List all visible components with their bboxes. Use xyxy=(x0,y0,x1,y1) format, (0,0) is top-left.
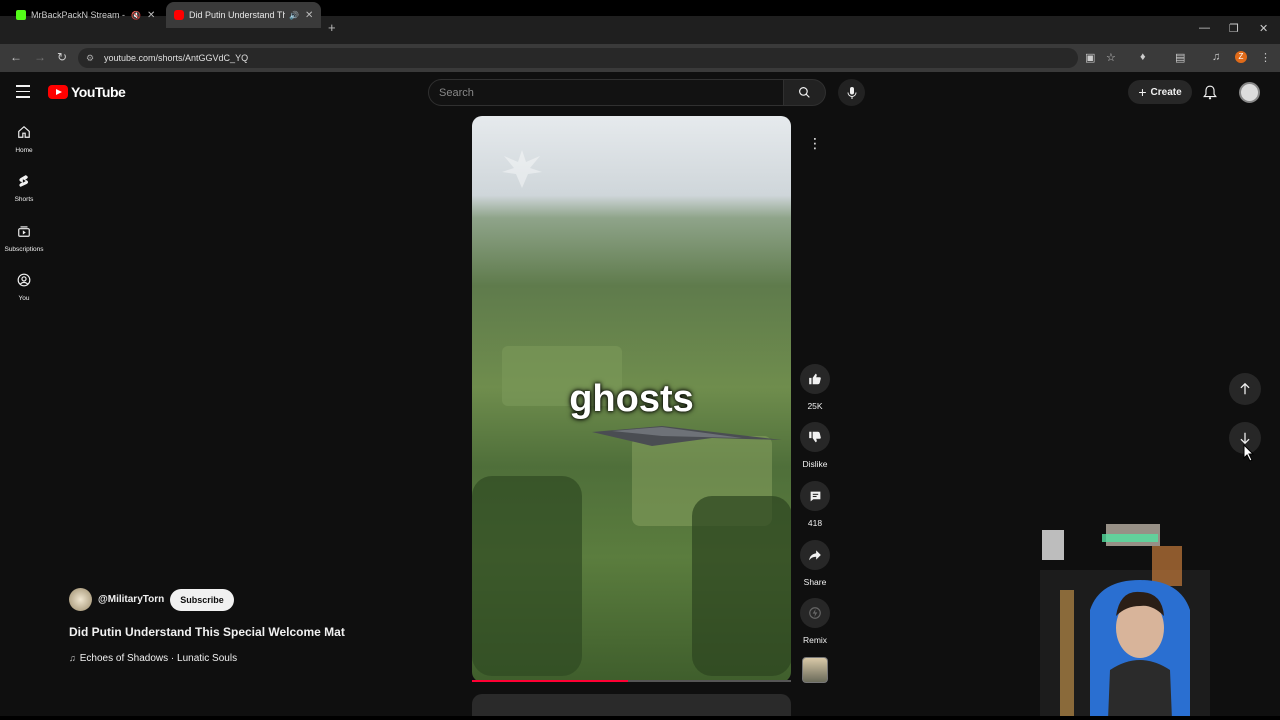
dislike-circle[interactable] xyxy=(800,422,830,452)
search-bar: Search xyxy=(428,79,826,106)
sidebar-item-label: Shorts xyxy=(14,196,34,203)
sidebar-item-shorts[interactable]: Shorts xyxy=(0,174,48,203)
youtube-favicon-icon xyxy=(174,10,184,20)
dislike-button[interactable]: Dislike xyxy=(797,422,833,469)
tab-title: Did Putin Understand This xyxy=(189,10,285,20)
menu-hamburger-icon[interactable] xyxy=(16,85,30,102)
remix-circle[interactable] xyxy=(800,598,830,628)
like-button[interactable]: 25K xyxy=(797,364,833,411)
like-circle[interactable] xyxy=(800,364,830,394)
plus-icon: + xyxy=(1138,84,1147,100)
share-label: Share xyxy=(803,577,827,587)
shorts-icon xyxy=(19,175,29,187)
youtube-wordmark: YouTube xyxy=(71,84,126,100)
comments-circle[interactable] xyxy=(800,481,830,511)
channel-name[interactable]: @MilitaryTorn xyxy=(98,594,164,605)
video-tree-patch xyxy=(692,496,791,676)
video-progress-fill xyxy=(472,680,629,682)
browser-menu-icon[interactable]: ⋮ xyxy=(1260,51,1271,64)
microphone-icon xyxy=(847,86,856,99)
music-link[interactable]: ♫ Echoes of Shadows · Lunatic Souls xyxy=(69,653,237,664)
extensions-icon[interactable]: ♦ xyxy=(1140,51,1146,63)
close-window-icon[interactable]: ✕ xyxy=(1259,22,1268,35)
browser-tab-stream[interactable]: MrBackPackN Stream - Wat 🔇 ✕ xyxy=(8,2,163,28)
dislike-label: Dislike xyxy=(802,459,828,469)
remix-icon xyxy=(809,607,821,619)
speaker-icon[interactable]: 🔊 xyxy=(289,11,299,20)
back-icon[interactable]: ← xyxy=(10,50,22,64)
sound-thumbnail[interactable] xyxy=(802,657,828,683)
video-caption: ghosts xyxy=(569,378,694,420)
sidebar-item-you[interactable]: You xyxy=(0,273,48,302)
close-tab-icon[interactable]: ✕ xyxy=(305,10,313,21)
youtube-play-logo-icon xyxy=(48,85,68,99)
muted-icon[interactable]: 🔇 xyxy=(131,11,141,20)
bottom-strip xyxy=(0,716,1280,720)
channel-avatar[interactable] xyxy=(69,588,92,611)
short-title[interactable]: Did Putin Understand This Special Welcom… xyxy=(69,625,345,639)
minimize-icon[interactable]: — xyxy=(1199,22,1210,34)
new-tab-icon[interactable]: + xyxy=(328,20,336,35)
url-text: youtube.com/shorts/AntGGVdC_YQ xyxy=(104,53,249,63)
remix-label: Remix xyxy=(802,635,828,645)
share-arrow-icon xyxy=(809,550,821,561)
browser-tab-youtube[interactable]: Did Putin Understand This 🔊 ✕ xyxy=(166,2,322,28)
comments-button[interactable]: 418 xyxy=(797,481,833,528)
remix-button[interactable]: Remix xyxy=(797,598,833,645)
sidebar-item-label: You xyxy=(18,295,30,302)
streamer-figure-icon xyxy=(1042,524,1190,720)
tab-title: MrBackPackN Stream - Wat xyxy=(31,10,127,20)
arrow-up-icon xyxy=(1240,382,1250,395)
subscribe-button[interactable]: Subscribe xyxy=(170,588,234,611)
notifications-bell-icon[interactable] xyxy=(1203,85,1217,105)
url-field[interactable]: ⚙ youtube.com/shorts/AntGGVdC_YQ xyxy=(78,48,1078,68)
side-panel-icon[interactable]: ▤ xyxy=(1175,51,1185,64)
bookmark-star-icon[interactable]: ☆ xyxy=(1106,51,1116,64)
kick-favicon-icon xyxy=(16,10,26,20)
comment-icon xyxy=(810,491,820,501)
account-avatar[interactable] xyxy=(1239,82,1260,103)
search-input[interactable]: Search xyxy=(428,79,784,106)
video-tree-patch xyxy=(472,476,582,676)
stealth-aircraft-icon xyxy=(592,426,782,446)
sidebar-item-subscriptions[interactable]: Subscriptions xyxy=(0,224,48,253)
site-info-icon[interactable]: ⚙ xyxy=(86,53,96,64)
create-label: Create xyxy=(1150,86,1182,98)
thumbs-up-icon xyxy=(809,373,821,385)
share-button[interactable]: Share xyxy=(797,540,833,587)
thumbs-down-icon xyxy=(809,431,821,443)
reload-icon[interactable]: ↻ xyxy=(57,50,67,64)
create-button[interactable]: + Create xyxy=(1128,80,1192,104)
media-controls-icon[interactable]: ♫ xyxy=(1212,51,1220,63)
streamer-webcam-overlay xyxy=(1040,520,1240,720)
mouse-cursor-icon xyxy=(1243,444,1255,462)
subscriptions-icon xyxy=(18,226,30,237)
home-icon xyxy=(18,125,30,138)
sidebar-item-label: Subscriptions xyxy=(4,246,44,253)
channel-row: @MilitaryTorn Subscribe xyxy=(69,588,234,611)
video-progress-bar[interactable] xyxy=(472,680,791,682)
music-text: Echoes of Shadows · Lunatic Souls xyxy=(79,653,238,664)
arrow-down-icon xyxy=(1240,432,1250,445)
search-button[interactable] xyxy=(784,79,826,106)
forward-icon[interactable]: → xyxy=(34,50,46,64)
search-icon xyxy=(799,87,810,98)
like-count: 25K xyxy=(807,401,823,411)
you-icon xyxy=(17,273,31,287)
short-video-player[interactable]: ghosts xyxy=(472,116,791,682)
more-options-icon[interactable]: ⋮ xyxy=(802,130,828,156)
comment-count: 418 xyxy=(807,518,823,528)
restore-icon[interactable]: ❐ xyxy=(1229,22,1239,35)
browser-profile-icon[interactable]: Z xyxy=(1235,51,1247,63)
share-circle[interactable] xyxy=(800,540,830,570)
channel-watermark-icon xyxy=(502,150,542,188)
sidebar-item-home[interactable]: Home xyxy=(0,125,48,154)
music-note-icon: ♫ xyxy=(69,653,76,663)
previous-short-button[interactable] xyxy=(1229,373,1261,405)
youtube-logo[interactable]: YouTube xyxy=(48,84,126,100)
sidebar-item-label: Home xyxy=(15,147,33,154)
close-tab-icon[interactable]: ✕ xyxy=(147,10,155,21)
voice-search-button[interactable] xyxy=(838,79,865,106)
install-app-icon[interactable]: ▣ xyxy=(1085,51,1095,64)
